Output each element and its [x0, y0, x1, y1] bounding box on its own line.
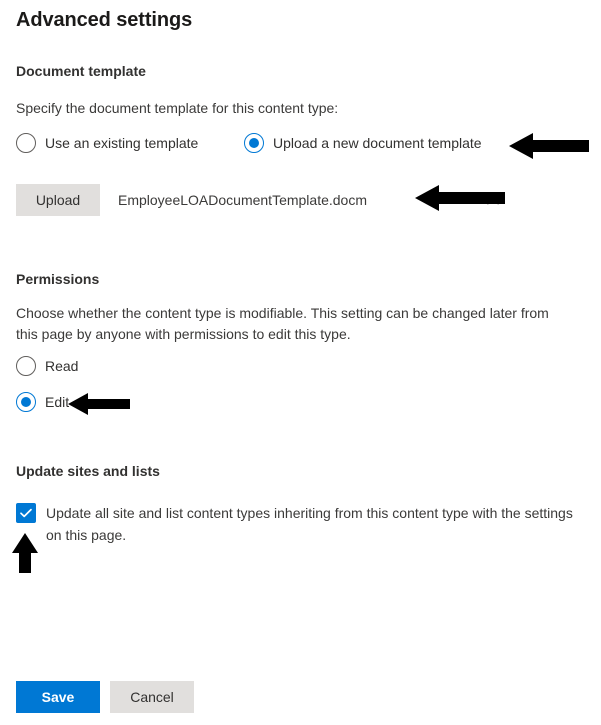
checkbox-update-inheriting-content-types[interactable]: Update all site and list content types i…	[16, 502, 582, 546]
radio-label-permission-edit: Edit	[45, 394, 70, 410]
cancel-button[interactable]: Cancel	[110, 681, 194, 713]
radio-label-permission-read: Read	[45, 358, 79, 374]
section-heading-document-template: Document template	[16, 63, 146, 79]
section-heading-permissions: Permissions	[16, 271, 100, 287]
page-title: Advanced settings	[16, 9, 193, 31]
radio-indicator-unchecked	[16, 133, 36, 153]
upload-row: Upload EmployeeLOADocumentTemplate.docm	[16, 184, 367, 216]
radio-permission-edit[interactable]: Edit	[16, 392, 69, 412]
advanced-settings-page: Advanced settings Document template Spec…	[0, 0, 601, 725]
save-button[interactable]: Save	[16, 681, 100, 713]
annotation-arrow-left-edit-radio	[68, 391, 130, 422]
uploaded-filename: EmployeeLOADocumentTemplate.docm	[118, 192, 368, 208]
checkbox-label-update-inheriting-content-types: Update all site and list content types i…	[46, 505, 573, 543]
footer-buttons: Save Cancel	[16, 681, 194, 713]
document-template-description: Specify the document template for this c…	[16, 100, 339, 116]
radio-indicator-unchecked	[16, 356, 36, 376]
checkbox-indicator-checked	[16, 503, 36, 523]
radio-use-existing-template[interactable]: Use an existing template	[16, 133, 198, 153]
radio-indicator-checked	[16, 392, 36, 412]
upload-button[interactable]: Upload	[16, 184, 100, 216]
radio-permission-read[interactable]: Read	[16, 356, 78, 376]
radio-indicator-checked	[244, 133, 264, 153]
permissions-description: Choose whether the content type is modif…	[16, 305, 549, 342]
section-heading-update-sites-and-lists: Update sites and lists	[16, 463, 160, 479]
chevron-up-icon[interactable]	[485, 194, 501, 210]
radio-label-use-existing-template: Use an existing template	[45, 135, 199, 151]
annotation-arrow-left-upload-radio	[509, 131, 589, 166]
radio-upload-new-document-template[interactable]: Upload a new document template	[244, 133, 482, 153]
radio-label-upload-new-document-template: Upload a new document template	[273, 135, 482, 151]
